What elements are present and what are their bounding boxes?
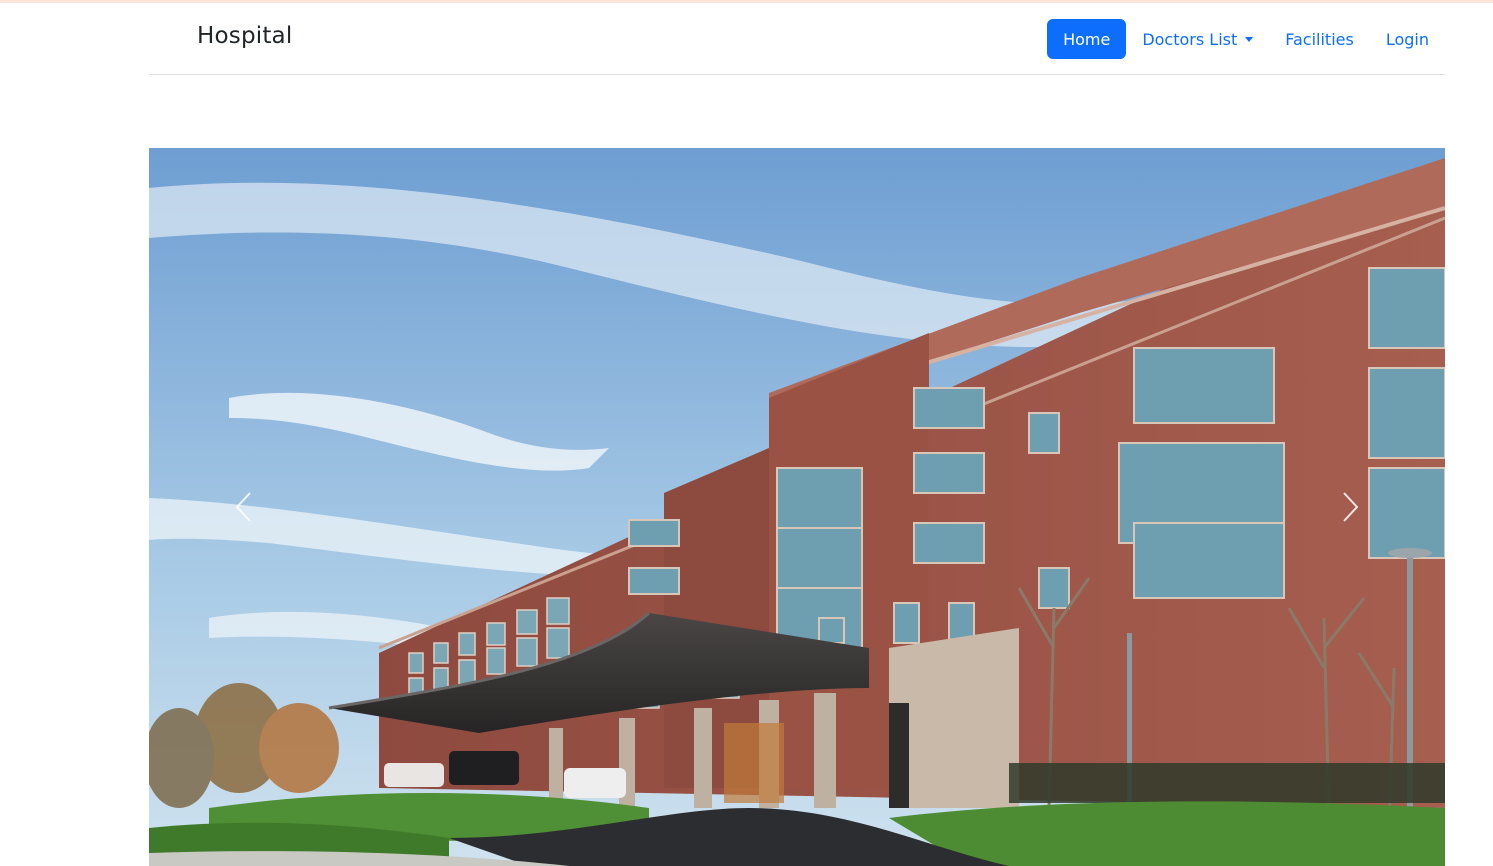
navbar: Hospital Home Doctors List Facilities Lo… (149, 3, 1445, 75)
nav-doctors-label: Doctors List (1142, 29, 1238, 49)
carousel-prev-button[interactable] (149, 148, 339, 866)
carousel-next-button[interactable] (1255, 148, 1445, 866)
nav-login-link[interactable]: Login (1370, 19, 1445, 59)
nav-doctors-dropdown[interactable]: Doctors List (1126, 19, 1269, 59)
caret-down-icon (1245, 36, 1254, 42)
chevron-right-icon (1343, 492, 1359, 522)
chevron-left-icon (235, 492, 251, 522)
nav-home-link[interactable]: Home (1047, 19, 1127, 59)
hero-carousel (149, 148, 1445, 866)
hospital-building-photo (149, 148, 1445, 866)
nav-menu: Home Doctors List Facilities Login (1047, 19, 1445, 59)
brand-logo[interactable]: Hospital (197, 23, 292, 49)
nav-facilities-link[interactable]: Facilities (1269, 19, 1370, 59)
